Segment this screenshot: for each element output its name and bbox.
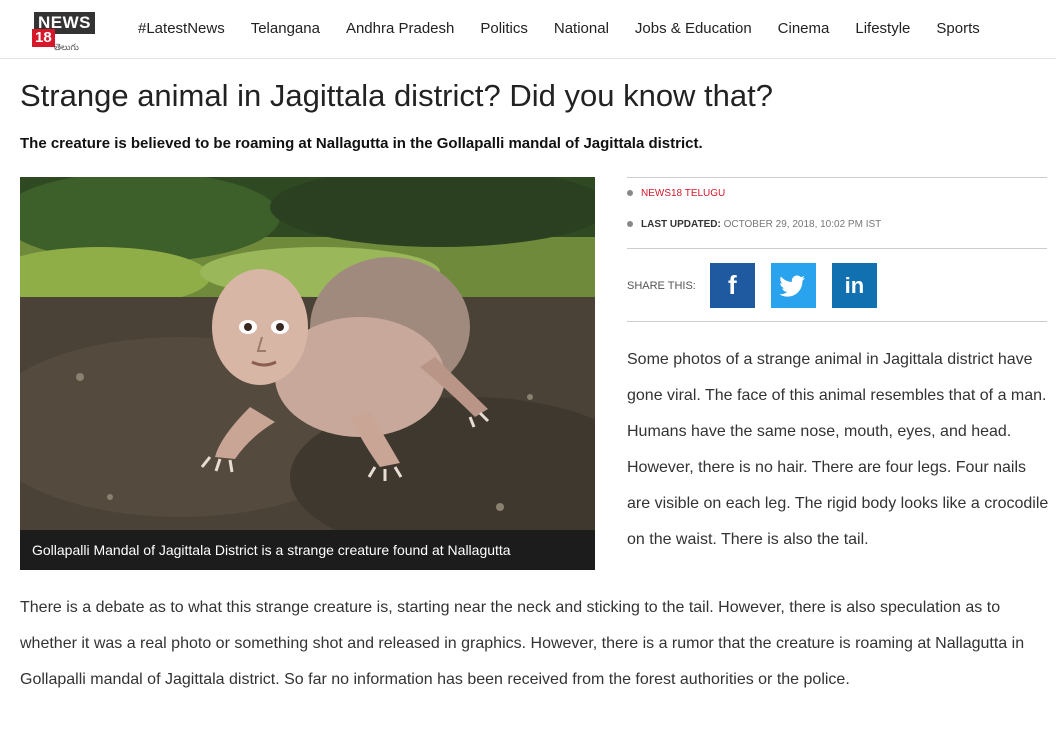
updated-label: LAST UPDATED:	[641, 219, 721, 230]
linkedin-share-button[interactable]: in	[831, 263, 877, 308]
article-subtitle: The creature is believed to be roaming a…	[20, 135, 703, 152]
twitter-icon	[780, 275, 806, 297]
divider-middle	[627, 248, 1047, 249]
facebook-share-button[interactable]: f	[709, 263, 755, 308]
image-caption: Gollapalli Mandal of Jagittala District …	[20, 530, 595, 570]
nav-item-latestnews[interactable]: #LatestNews	[138, 20, 225, 37]
updated-row: LAST UPDATED: OCTOBER 29, 2018, 10:02 PM…	[627, 219, 1047, 230]
nav-item-cinema[interactable]: Cinema	[778, 20, 830, 37]
nav-item-jobs-education[interactable]: Jobs & Education	[635, 20, 752, 37]
facebook-icon: f	[728, 270, 737, 300]
divider-top	[627, 177, 1047, 178]
creature-photo-illustration	[20, 177, 595, 570]
updated-value: OCTOBER 29, 2018, 10:02 PM IST	[723, 219, 882, 230]
nav-item-lifestyle[interactable]: Lifestyle	[855, 20, 910, 37]
bullet-icon	[627, 190, 633, 197]
article-meta: NEWS18 TELUGU LAST UPDATED: OCTOBER 29, …	[627, 188, 1047, 250]
logo-number: 18	[32, 29, 55, 47]
article-photo	[20, 177, 595, 570]
nav-item-telangana[interactable]: Telangana	[251, 20, 320, 37]
twitter-share-button[interactable]	[770, 263, 816, 308]
article-paragraph-2: There is a debate as to what this strang…	[20, 599, 1025, 688]
nav-item-andhra-pradesh[interactable]: Andhra Pradesh	[346, 20, 454, 37]
article-paragraph-1: Some photos of a strange animal in Jagit…	[627, 351, 1049, 548]
site-header: NEWS18 తెలుగు #LatestNews Telangana Andh…	[0, 0, 1056, 59]
share-label: SHARE THIS:	[627, 279, 696, 292]
logo-subtext: తెలుగు	[54, 42, 79, 52]
nav-item-sports[interactable]: Sports	[936, 20, 979, 37]
bullet-icon	[627, 221, 633, 228]
share-bar: SHARE THIS: f in	[627, 263, 893, 308]
main-nav: #LatestNews Telangana Andhra Pradesh Pol…	[138, 20, 1006, 37]
news18-logo[interactable]: NEWS18 తెలుగు	[32, 12, 114, 52]
linkedin-icon: in	[844, 272, 865, 298]
source-link[interactable]: NEWS18 TELUGU	[641, 188, 725, 199]
article-title: Strange animal in Jagittala district? Di…	[20, 78, 774, 113]
nav-item-national[interactable]: National	[554, 20, 609, 37]
source-row: NEWS18 TELUGU	[627, 188, 1047, 199]
nav-item-politics[interactable]: Politics	[480, 20, 528, 37]
divider-bottom	[627, 321, 1047, 322]
